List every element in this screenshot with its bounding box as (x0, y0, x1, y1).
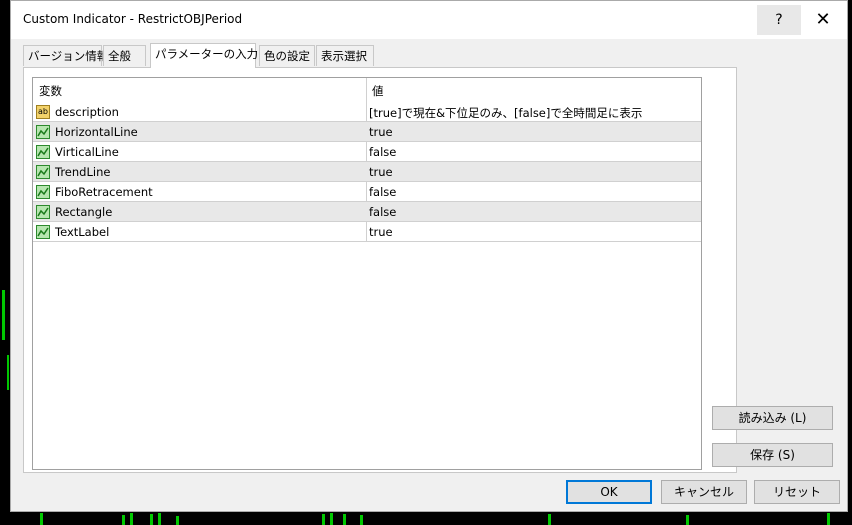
param-name: HorizontalLine (55, 125, 138, 139)
tab-panel: 変数 値 ab description [true]で現在&下位足のみ、[fal… (23, 67, 737, 473)
table-header: 変数 値 (33, 78, 701, 100)
line-chart-icon (36, 225, 50, 239)
chart-bar (686, 515, 689, 525)
param-name: Rectangle (55, 205, 113, 219)
column-header-variable[interactable]: 変数 (39, 83, 62, 99)
chart-bar (2, 290, 5, 340)
help-button[interactable]: ? (757, 5, 801, 35)
tab-version-info[interactable]: バージョン情報 (23, 45, 108, 66)
table-row[interactable]: FiboRetracement false (33, 182, 701, 202)
chart-bar (322, 514, 325, 525)
line-chart-icon (36, 145, 50, 159)
cancel-button[interactable]: キャンセル (661, 480, 747, 504)
close-button[interactable]: ✕ (801, 5, 845, 35)
param-value[interactable]: false (369, 205, 396, 219)
line-chart-icon (36, 185, 50, 199)
chart-bar (150, 514, 153, 525)
ok-button[interactable]: OK (566, 480, 652, 504)
title-bar[interactable]: Custom Indicator - RestrictOBJPeriod ? ✕ (11, 1, 847, 39)
chart-bar (360, 515, 363, 525)
chart-bar (827, 513, 830, 525)
tab-colors[interactable]: 色の設定 (259, 45, 315, 66)
table-row[interactable]: ab description [true]で現在&下位足のみ、[false]で全… (33, 102, 701, 122)
ab-icon: ab (36, 105, 50, 119)
table-row[interactable]: TrendLine true (33, 162, 701, 182)
param-value[interactable]: true (369, 225, 393, 239)
column-header-value[interactable]: 値 (372, 83, 384, 99)
chart-bar (130, 513, 133, 525)
line-chart-icon (36, 205, 50, 219)
line-chart-icon (36, 165, 50, 179)
table-row[interactable]: TextLabel true (33, 222, 701, 242)
chart-bar (158, 513, 161, 525)
param-name: description (55, 105, 119, 119)
param-value[interactable]: false (369, 145, 396, 159)
table-row[interactable]: VirticalLine false (33, 142, 701, 162)
line-chart-icon (36, 125, 50, 139)
chart-bar (330, 513, 333, 525)
param-name: TextLabel (55, 225, 110, 239)
tab-general[interactable]: 全般 (103, 45, 146, 66)
chart-bar (548, 514, 551, 525)
custom-indicator-dialog: Custom Indicator - RestrictOBJPeriod ? ✕… (10, 0, 848, 512)
tab-visualization[interactable]: 表示選択 (316, 45, 374, 66)
param-value[interactable]: false (369, 185, 396, 199)
param-value[interactable]: true (369, 165, 393, 179)
tab-input-parameters[interactable]: パラメーターの入力 (150, 43, 258, 68)
param-name: TrendLine (55, 165, 111, 179)
chart-bar (122, 515, 125, 525)
parameter-table[interactable]: 変数 値 ab description [true]で現在&下位足のみ、[fal… (32, 77, 702, 470)
load-button[interactable]: 読み込み (L) (712, 406, 833, 430)
reset-button[interactable]: リセット (754, 480, 840, 504)
chart-bar (40, 513, 43, 525)
save-button[interactable]: 保存 (S) (712, 443, 833, 467)
window-title: Custom Indicator - RestrictOBJPeriod (23, 12, 243, 26)
chart-bar (7, 355, 9, 390)
param-name: FiboRetracement (55, 185, 153, 199)
chart-bar (176, 516, 179, 525)
chart-bar (343, 514, 346, 525)
table-row[interactable]: Rectangle false (33, 202, 701, 222)
table-row[interactable]: HorizontalLine true (33, 122, 701, 142)
param-name: VirticalLine (55, 145, 119, 159)
param-value[interactable]: [true]で現在&下位足のみ、[false]で全時間足に表示 (369, 105, 642, 121)
param-value[interactable]: true (369, 125, 393, 139)
